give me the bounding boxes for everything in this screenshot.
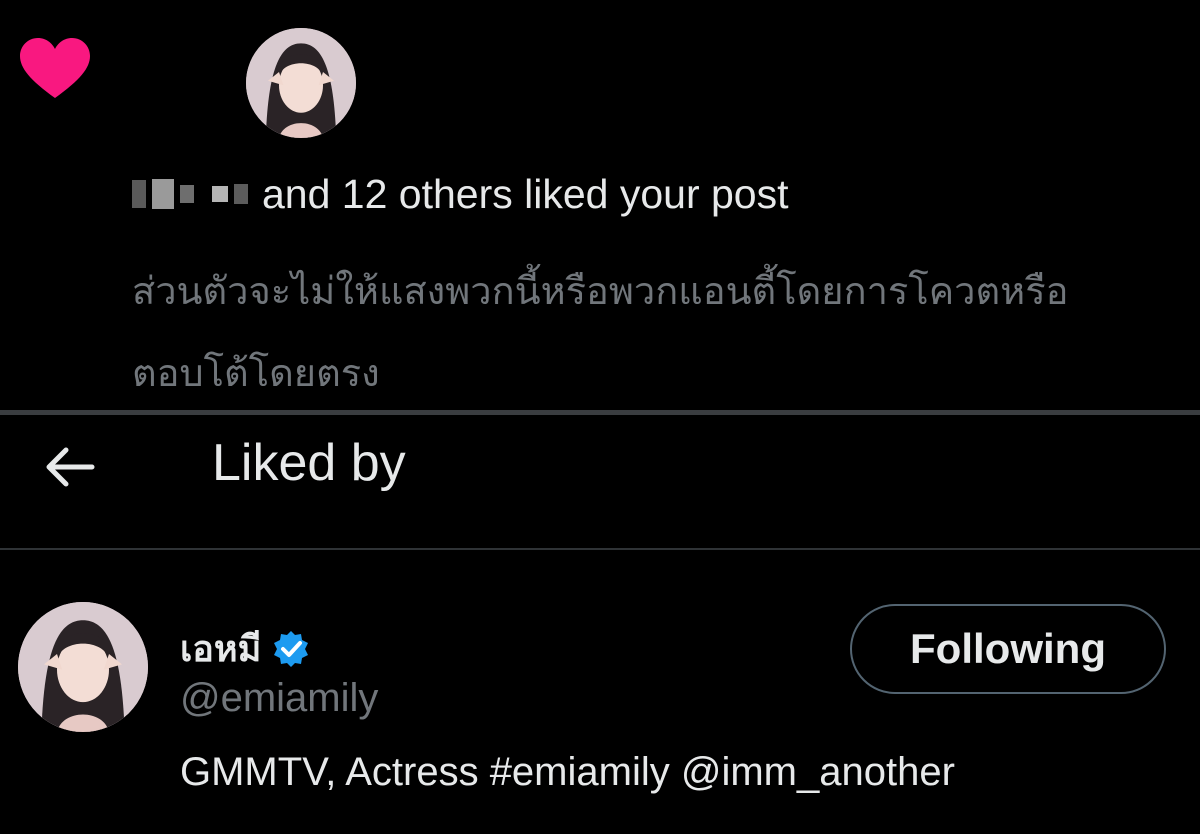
user-handle: @emiamily <box>180 676 379 720</box>
liked-summary: and 12 others liked your post <box>132 166 789 222</box>
liked-summary-text: and 12 others liked your post <box>262 170 789 217</box>
avatar-portrait-image <box>18 602 148 732</box>
verified-badge-icon <box>274 630 309 667</box>
user-display-name[interactable]: เอหมี <box>180 620 311 677</box>
user-bio: GMMTV, Actress #emiamily @imm_another <box>180 750 955 794</box>
following-button[interactable]: Following <box>850 604 1166 694</box>
redacted-names <box>132 179 248 209</box>
post-preview-text: ส่วนตัวจะไม่ให้แสงพวกนี้หรือพวกแอนตี้โดย… <box>132 269 1069 395</box>
heart-icon <box>20 38 90 98</box>
user-avatar[interactable] <box>18 602 148 732</box>
liked-by-header: Liked by <box>0 415 1200 549</box>
user-list-item[interactable]: เอหมี @emiamily Following GMMTV, Actress… <box>0 550 1200 834</box>
avatar-portrait-image <box>246 28 356 138</box>
page-title: Liked by <box>212 434 406 492</box>
arrow-left-icon[interactable] <box>40 437 100 497</box>
display-name-text: เอหมี <box>180 629 262 670</box>
like-notification[interactable]: and 12 others liked your post ส่วนตัวจะไ… <box>0 0 1200 412</box>
liker-avatar[interactable] <box>246 28 356 138</box>
